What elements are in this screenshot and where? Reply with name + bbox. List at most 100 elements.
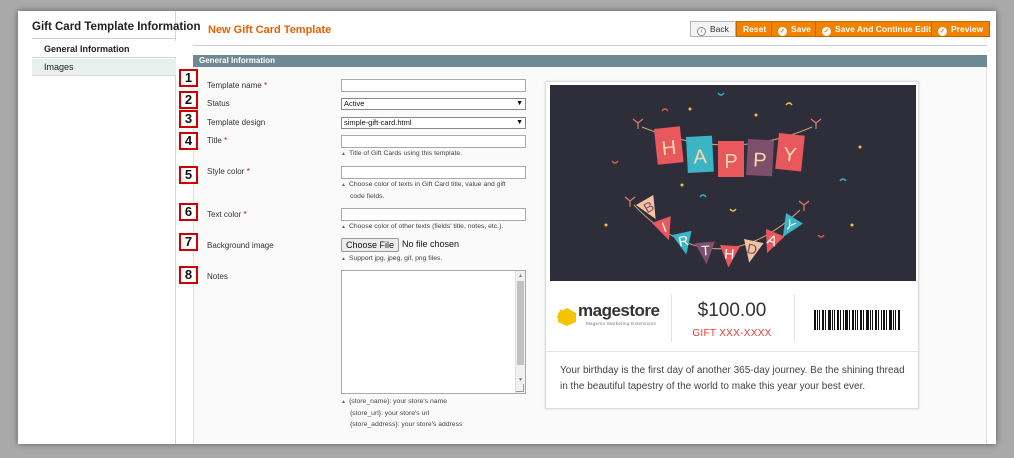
marker-5: 5 [179,166,198,184]
preview-icon: ✓ [938,27,947,36]
notes-scrollbar[interactable]: ▲ ▼ [515,271,525,393]
sidebar: Gift Card Template Information General I… [18,11,200,444]
magestore-logo-subtext: Magento Marketing Extensions [586,321,657,326]
background-image-hint-text: Support jpg, jpeg, gif, png files. [348,255,443,262]
reset-button[interactable]: Reset [736,21,774,37]
banner-letter: A [693,146,708,169]
banner-letter: P [724,151,737,173]
style-color-input[interactable] [341,166,526,179]
resize-grip-icon[interactable] [516,384,524,392]
dropdown-arrow-icon: ▼ [516,119,523,126]
template-design-label: Template design [207,118,266,127]
gift-card-value: $100.00 [697,300,767,321]
marker-8: 8 [179,266,198,284]
gift-card-preview: H A P P Y B I R T H D A Y magestore Mage… [545,81,920,409]
status-label: Status [207,99,230,108]
banner-letter: H [724,245,735,262]
title-hint-text: Title of Gift Cards using this template. [348,150,463,157]
text-color-label: Text color * [207,210,247,219]
hint-arrow-icon: ▲ [341,256,346,262]
text-color-input[interactable] [341,208,526,221]
save-button[interactable]: ✓ Save [771,21,818,37]
marker-4: 4 [179,132,198,150]
barcode-icon [814,310,900,330]
back-button-label: Back [710,24,729,34]
banner-letter: T [701,242,711,259]
title-label: Title * [207,136,227,145]
text-color-hint-text: Choose color of other texts (fields' tit… [348,223,504,230]
hint-arrow-icon: ▲ [341,224,346,230]
notes-hint-line2: {store_url}: your store's url [350,410,430,417]
save-icon: ✓ [778,27,787,36]
style-color-label: Style color * [207,167,250,176]
required-marker: * [224,136,228,145]
marker-7: 7 [179,233,198,251]
title-label-text: Title [207,136,222,145]
text-color-label-text: Text color [207,210,242,219]
save-button-label: Save [791,24,811,34]
gift-card-notes: Your birthday is the first day of anothe… [560,365,905,392]
back-icon: ‹ [697,27,706,36]
notes-hint: ▲ {store_name}: your store's name {store_… [341,396,531,430]
banner-letter: Y [782,144,798,167]
sidebar-item-general-information[interactable]: General Information [32,41,176,58]
preview-button-label: Preview [951,24,984,34]
title-input[interactable] [341,135,526,148]
status-select[interactable]: Active ▼ [341,98,526,110]
birthday-banner-illustration: H A P P Y B I R T H D A Y [604,92,862,268]
banner-letter: D [746,240,759,258]
template-design-select-value: simple-gift-card.html [344,118,412,127]
template-name-label-text: Template name [207,81,262,90]
hint-arrow-icon: ▲ [341,399,346,405]
gift-card-image: H A P P Y B I R T H D A Y [550,85,916,281]
style-color-hint-line1: Choose color of texts in Gift Card title… [348,181,506,188]
save-continue-button-label: Save And Continue Edit [835,24,932,34]
style-color-hint-line2: code fields. [350,193,385,200]
style-color-hint: ▲ Choose color of texts in Gift Card titl… [341,179,531,202]
scroll-thumb[interactable] [517,281,524,365]
marker-6: 6 [179,203,198,221]
save-continue-icon: ✓ [822,27,831,36]
background-image-hint: ▲ Support jpg, jpeg, gif, png files. [341,253,531,265]
section-header: General Information [193,55,987,67]
magestore-logo-icon [556,308,576,326]
sidebar-item-images[interactable]: Images [32,59,176,76]
marker-1: 1 [179,69,198,87]
text-color-hint: ▲ Choose color of other texts (fields' ti… [341,221,531,233]
file-status-text: No file chosen [402,239,460,249]
template-name-label: Template name * [207,81,267,90]
notes-hint-line1: {store_name}: your store's name [348,398,447,405]
required-marker: * [243,210,247,219]
save-and-continue-button[interactable]: ✓ Save And Continue Edit [815,21,939,37]
required-marker: * [263,81,268,90]
card-divider [794,294,795,342]
reset-button-label: Reset [743,24,767,34]
banner-letter: P [753,149,767,172]
header-divider [193,45,987,46]
preview-button[interactable]: ✓ Preview [931,21,991,37]
template-name-input[interactable] [341,79,526,92]
notes-label: Notes [207,272,228,281]
banner-letter: H [661,137,678,160]
back-button[interactable]: ‹ Back [690,21,736,37]
required-marker: * [246,167,250,176]
scroll-up-icon[interactable]: ▲ [518,273,523,279]
sidebar-title: Gift Card Template Information [32,21,201,33]
template-design-select[interactable]: simple-gift-card.html ▼ [341,117,526,129]
marker-3: 3 [179,110,198,128]
scroll-down-icon[interactable]: ▼ [518,377,523,383]
window-frame: Gift Card Template Information General I… [18,11,996,444]
sidebar-divider [32,38,176,39]
gift-card-code: GIFT XXX-XXXX [692,328,772,339]
gift-card-info: magestore Magento Marketing Extensions $… [546,288,920,352]
notes-textarea[interactable]: ▲ ▼ [341,270,526,394]
marker-2: 2 [179,91,198,109]
hint-arrow-icon: ▲ [341,151,346,157]
dropdown-arrow-icon: ▼ [516,100,523,107]
page-title: New Gift Card Template [208,24,332,36]
hint-arrow-icon: ▲ [341,182,346,188]
status-select-value: Active [344,99,365,108]
choose-file-button[interactable]: Choose File [341,238,400,252]
magestore-logo-text: magestore [578,301,660,320]
style-color-label-text: Style color [207,167,245,176]
